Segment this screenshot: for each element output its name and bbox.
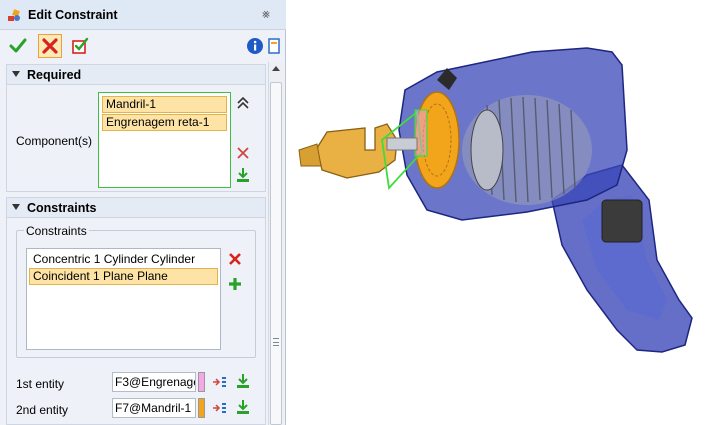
first-entity-color-swatch[interactable] xyxy=(198,372,205,392)
info-button[interactable] xyxy=(243,34,267,58)
required-section-header[interactable]: Required xyxy=(6,64,266,85)
scroll-up-arrow-icon[interactable] xyxy=(272,66,280,71)
double-chevron-up-icon xyxy=(237,96,249,109)
delete-x-icon xyxy=(229,253,241,265)
constraint-item-selected[interactable]: Coincident 1 Plane Plane xyxy=(29,268,218,285)
constraints-section-header[interactable]: Constraints xyxy=(6,197,266,218)
pick-component-button[interactable] xyxy=(235,167,251,183)
cancel-button[interactable] xyxy=(38,34,62,58)
constraint-item[interactable]: Concentric 1 Cylinder Cylinder xyxy=(29,251,218,268)
constraints-group-title: Constraints xyxy=(24,224,89,238)
info-icon xyxy=(247,38,263,54)
delete-x-icon xyxy=(237,147,249,159)
download-arrow-icon xyxy=(237,168,249,182)
first-entity-pick-button[interactable] xyxy=(235,373,251,389)
component-item[interactable]: Engrenagem reta-1 xyxy=(102,114,227,131)
bevel-gear xyxy=(470,109,504,191)
apply-icon xyxy=(72,37,89,54)
chuck-mandril[interactable] xyxy=(316,123,398,179)
panel-titlebar: Edit Constraint ⨳ xyxy=(0,0,286,30)
scrollbar-grip-icon xyxy=(273,338,279,346)
panel-toolbar xyxy=(0,31,286,61)
constraints-header-label: Constraints xyxy=(27,201,97,215)
constraints-list[interactable]: Concentric 1 Cylinder Cylinder Coinciden… xyxy=(26,248,221,350)
edit-constraint-panel: Edit Constraint ⨳ Required Component(s) … xyxy=(0,0,286,425)
ok-icon xyxy=(9,38,27,53)
second-entity-label: 2nd entity xyxy=(16,403,69,417)
drill-assembly-model[interactable] xyxy=(287,0,720,425)
second-entity-field[interactable]: F7@Mandril-1 xyxy=(112,398,196,418)
side-knob xyxy=(601,199,643,243)
chuck-tip xyxy=(298,143,322,167)
download-arrow-icon xyxy=(237,374,249,388)
help-book-icon xyxy=(268,38,280,54)
select-entity-icon xyxy=(213,403,226,413)
apply-button[interactable] xyxy=(68,34,92,58)
constraint-app-icon xyxy=(6,7,22,23)
cancel-icon xyxy=(42,38,58,54)
3d-viewport[interactable] xyxy=(287,0,720,425)
first-entity-select-button[interactable] xyxy=(212,374,228,390)
first-entity-label: 1st entity xyxy=(16,377,65,391)
move-up-button[interactable] xyxy=(235,95,251,111)
second-entity-color-swatch[interactable] xyxy=(198,398,205,418)
second-entity-pick-button[interactable] xyxy=(235,399,251,415)
component-item[interactable]: Mandril-1 xyxy=(102,96,227,113)
components-label: Component(s) xyxy=(16,134,93,148)
download-arrow-icon xyxy=(237,400,249,414)
ok-button[interactable] xyxy=(6,34,30,58)
panel-title: Edit Constraint xyxy=(28,8,118,22)
spindle-shaft xyxy=(386,137,418,151)
delete-constraint-button[interactable] xyxy=(227,251,243,267)
help-button[interactable] xyxy=(266,34,282,58)
scrollbar-thumb[interactable] xyxy=(270,82,282,425)
collapse-arrow-icon xyxy=(12,71,20,77)
collapse-arrow-icon xyxy=(12,204,20,210)
first-entity-field[interactable]: F3@Engrenagem reta-1 xyxy=(112,372,196,392)
pin-icon[interactable]: ⨳ xyxy=(262,7,270,22)
remove-component-button[interactable] xyxy=(235,145,251,161)
required-header-label: Required xyxy=(27,68,82,82)
add-constraint-button[interactable] xyxy=(227,276,243,292)
select-entity-icon xyxy=(213,377,226,387)
components-list[interactable]: Mandril-1 Engrenagem reta-1 xyxy=(98,92,231,188)
add-plus-icon xyxy=(229,278,241,290)
second-entity-select-button[interactable] xyxy=(212,400,228,416)
